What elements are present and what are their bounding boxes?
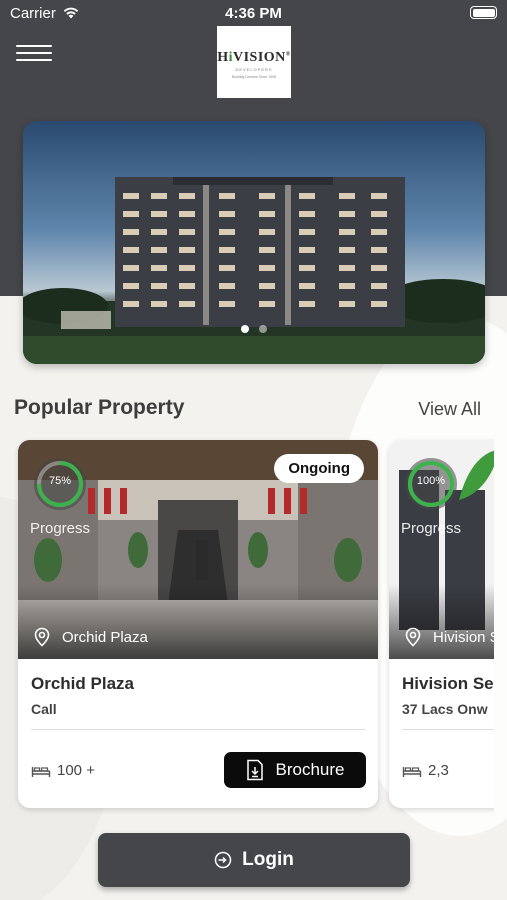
property-price: 37 Lacs Onw: [402, 701, 488, 717]
logo-wordmark: HiVISION®: [217, 50, 291, 65]
brochure-button[interactable]: Brochure: [224, 752, 366, 788]
bed-icon: [402, 766, 422, 777]
status-bar: Carrier 4:36 PM: [0, 0, 507, 26]
logo-tagline: Building Dreams Since 1998: [231, 75, 277, 79]
card-divider: [31, 729, 365, 730]
brochure-label: Brochure: [275, 760, 345, 779]
bedrooms-info: 100 +: [31, 762, 95, 779]
progress-percent: 75%: [48, 475, 72, 487]
property-name: Orchid Plaza: [31, 674, 134, 693]
section-title: Popular Property: [14, 396, 185, 419]
progress-label: Progress: [401, 520, 462, 537]
logo-subtitle: DEVELOPERS: [235, 67, 273, 72]
view-all-link[interactable]: View All: [418, 399, 481, 420]
location-row: Orchid Plaza: [32, 627, 148, 647]
property-card[interactable]: 100% Progress Hivision S Hivision Se 37 …: [389, 440, 494, 808]
map-pin-icon: [34, 627, 50, 647]
bedrooms-label: 100 +: [57, 762, 95, 779]
map-pin-icon: [405, 627, 421, 647]
battery-icon: [470, 6, 497, 19]
bedrooms-label: 2,3: [428, 762, 449, 779]
location-label: Orchid Plaza: [62, 628, 148, 646]
clock: 4:36 PM: [225, 5, 282, 22]
login-icon: [214, 851, 232, 869]
location-row: Hivision S: [403, 627, 494, 647]
login-label: Login: [242, 849, 294, 870]
progress-label: Progress: [30, 520, 91, 537]
location-label: Hivision S: [433, 628, 494, 646]
progress-ring: 100%: [401, 454, 461, 514]
bedrooms-info: 2,3: [402, 762, 449, 779]
card-divider: [402, 729, 494, 730]
progress-ring: 75%: [30, 454, 90, 514]
property-price: Call: [31, 701, 57, 717]
progress-percent: 100%: [416, 475, 446, 487]
hamburger-menu-button[interactable]: [16, 42, 54, 64]
login-button[interactable]: Login: [98, 833, 410, 887]
status-badge: Ongoing: [274, 454, 364, 483]
brand-logo: HiVISION® DEVELOPERS Building Dreams Sin…: [217, 26, 291, 98]
download-document-icon: [246, 759, 263, 781]
property-name: Hivision Se: [402, 674, 494, 693]
bed-icon: [31, 766, 51, 777]
hero-carousel[interactable]: [23, 121, 485, 364]
property-card[interactable]: 75% Progress Ongoing Orchid Plaza Orchid…: [18, 440, 378, 808]
carousel-dots[interactable]: [23, 320, 485, 338]
property-carousel[interactable]: 75% Progress Ongoing Orchid Plaza Orchid…: [0, 430, 494, 820]
